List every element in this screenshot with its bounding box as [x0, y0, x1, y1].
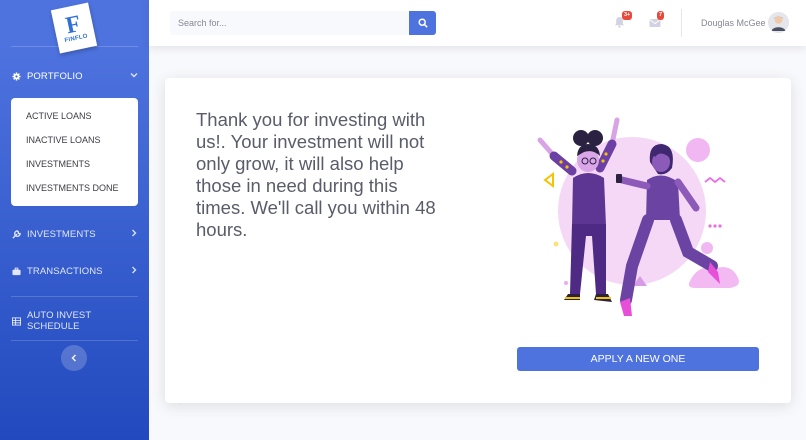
sidebar-item-label: TRANSACTIONS	[27, 265, 103, 277]
submenu-item-investments-done[interactable]: INVESTMENTS DONE	[11, 176, 138, 200]
sidebar-divider	[11, 340, 138, 341]
finflo-logo[interactable]: F FINFLO	[50, 2, 98, 54]
avatar[interactable]	[768, 12, 789, 33]
search-bar	[170, 11, 436, 35]
chevron-down-icon	[130, 71, 138, 81]
chevron-left-icon	[71, 354, 77, 362]
messages-badge: 7	[657, 11, 665, 20]
sidebar: F FINFLO PORTFOLIO ACTIVE LOANS INACTIVE…	[0, 0, 149, 440]
briefcase-icon	[11, 266, 21, 276]
chevron-right-icon	[130, 229, 138, 239]
chevron-right-icon	[130, 266, 138, 276]
celebration-illustration	[537, 117, 739, 316]
alerts-badge: 3+	[622, 11, 633, 20]
search-input[interactable]	[170, 11, 409, 35]
alerts-dropdown[interactable]: 3+	[614, 11, 633, 31]
sidebar-item-label: PORTFOLIO	[27, 70, 83, 82]
sidebar-item-investments[interactable]: INVESTMENTS	[0, 216, 149, 252]
sidebar-toggle-button[interactable]	[61, 345, 87, 371]
portfolio-submenu: ACTIVE LOANS INACTIVE LOANS INVESTMENTS …	[11, 98, 138, 206]
submenu-item-inactive-loans[interactable]: INACTIVE LOANS	[11, 128, 138, 152]
confirmation-card: Thank you for investing with us!. Your i…	[165, 78, 791, 403]
table-icon	[11, 316, 21, 326]
topbar: 3+ 7 Douglas McGee	[149, 0, 806, 46]
wrench-icon	[11, 229, 21, 239]
search-button[interactable]	[409, 11, 436, 35]
confirmation-message: Thank you for investing with us!. Your i…	[196, 109, 436, 240]
topbar-divider	[681, 9, 682, 37]
sidebar-item-label: INVESTMENTS	[27, 228, 96, 240]
gear-icon	[11, 71, 21, 81]
search-icon	[417, 18, 428, 28]
submenu-item-active-loans[interactable]: ACTIVE LOANS	[11, 104, 138, 128]
user-name[interactable]: Douglas McGee	[701, 18, 766, 28]
sidebar-item-transactions[interactable]: TRANSACTIONS	[0, 253, 149, 289]
submenu-item-investments[interactable]: INVESTMENTS	[11, 152, 138, 176]
sidebar-divider	[11, 296, 138, 297]
sidebar-item-auto-invest-schedule[interactable]: AUTO INVEST SCHEDULE	[0, 303, 149, 339]
apply-new-one-button[interactable]: APPLY A NEW ONE	[517, 347, 759, 371]
messages-dropdown[interactable]: 7	[649, 11, 665, 31]
sidebar-item-label: AUTO INVEST SCHEDULE	[27, 310, 92, 332]
brand[interactable]: F FINFLO	[0, 0, 149, 54]
sidebar-item-portfolio[interactable]: PORTFOLIO	[0, 58, 149, 94]
